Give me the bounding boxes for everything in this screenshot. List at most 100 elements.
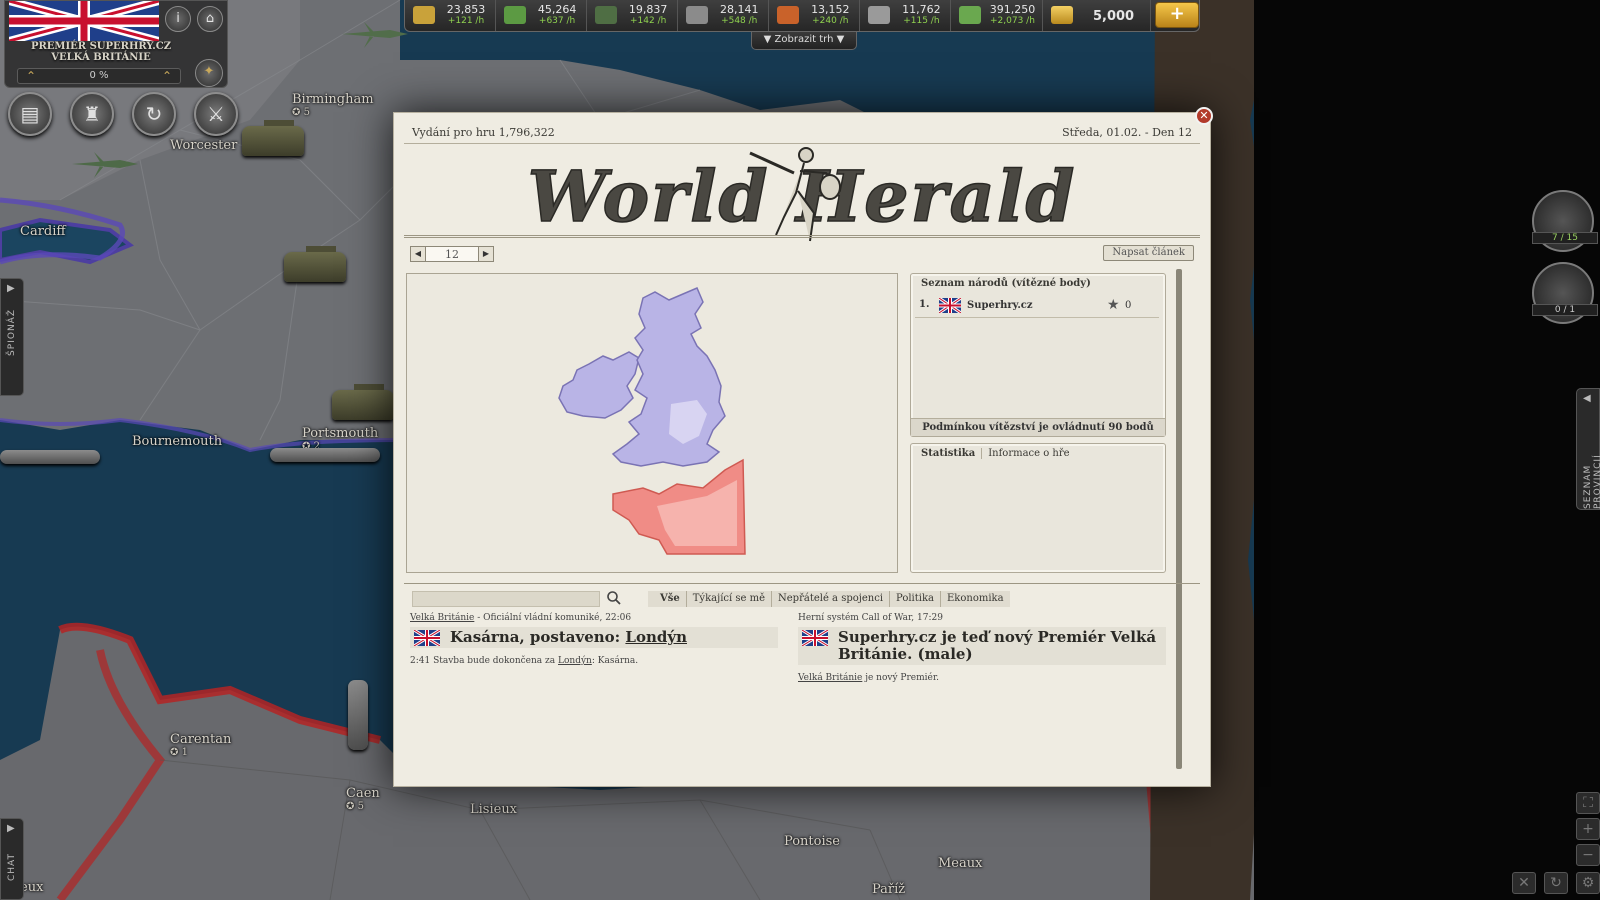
article-meta: Herní systém Call of War, 17:29 [798, 613, 943, 623]
filter-politics[interactable]: Politika [890, 591, 941, 607]
newspaper-button[interactable]: ▤ [8, 92, 52, 136]
newspaper-window: Vydání pro hru 1,796,322 Středa, 01.02. … [393, 112, 1211, 787]
article-filter-bar: Vše Týkající se mě Nepřátelé a spojenci … [648, 591, 1010, 607]
resource-money[interactable]: 391,250 +2,073 /h [951, 0, 1043, 31]
chevron-right-icon: ▶ [7, 823, 15, 834]
city-link[interactable]: Londýn [625, 628, 687, 646]
divider [404, 583, 1200, 585]
player-panel: i ⌂ PREMIÉR SUPERHRY.CZ VELKÁ BRITÁNIE ⌃… [4, 0, 228, 88]
date-label: Středa, 01.02. - Den 12 [1062, 126, 1192, 139]
article-meta: Velká Británie - Oficiální vládní komuni… [410, 613, 632, 623]
filter-enemies-allies[interactable]: Nepřátelé a spojenci [772, 591, 891, 607]
army-button[interactable]: ⚔ [194, 92, 238, 136]
city-label[interactable]: Paříž [872, 882, 905, 897]
scrollbar[interactable] [1176, 269, 1182, 769]
resource-manpower[interactable]: 19,837 +142 /h [587, 0, 679, 31]
search-input[interactable] [412, 591, 600, 607]
province-list-tab[interactable]: ◀ SEZNAM PROVINCIÍ [1576, 388, 1600, 510]
nation-name[interactable]: Superhry.cz [967, 300, 1033, 311]
settings-gear-icon[interactable]: ⚙ [1576, 872, 1600, 894]
resource-fuel[interactable]: 13,152 +240 /h [769, 0, 861, 31]
previous-issue-button[interactable]: ◀ [410, 246, 426, 262]
filter-economy[interactable]: Ekonomika [941, 591, 1010, 607]
queue-count: 7 / 15 [1532, 232, 1598, 244]
resource-supplies[interactable]: 23,853 +121 /h [405, 0, 497, 31]
uk-flag-icon [802, 630, 828, 646]
next-issue-button[interactable]: ▶ [478, 246, 494, 262]
buy-gold-button[interactable]: + [1155, 2, 1200, 28]
chevron-up-icon: ⌃ [161, 69, 172, 83]
zoom-out-icon[interactable]: − [1576, 844, 1600, 866]
issue-number[interactable]: 12 [426, 246, 478, 262]
nation-link[interactable]: Velká Británie [410, 613, 474, 623]
chat-tab[interactable]: ▶ CHAT [0, 818, 24, 900]
city-label[interactable]: Caen ✪ 5 [346, 786, 380, 812]
victory-map [406, 273, 898, 573]
article-headline: Kasárna, postaveno: Londýn [410, 627, 778, 648]
city-label[interactable]: Worcester [170, 138, 237, 153]
city-label[interactable]: Lisieux [470, 802, 517, 817]
city-label[interactable]: Meaux [938, 856, 982, 871]
chevron-left-icon: ◀ [1583, 393, 1591, 404]
espionage-tab[interactable]: ▶ ŠPIONÁŽ [0, 278, 24, 396]
ship-unit[interactable] [270, 448, 380, 462]
city-label[interactable]: Pontoise [784, 834, 840, 849]
write-article-button[interactable]: Napsat článek [1103, 245, 1194, 261]
aircraft-unit[interactable] [70, 150, 140, 180]
nation-link[interactable]: Velká Británie [798, 673, 862, 683]
show-market-button[interactable]: ▼ Zobrazit trh ▼ [751, 32, 857, 50]
statistics-panel: Statistika Informace o hře [910, 443, 1166, 573]
home-icon[interactable]: ⌂ [197, 6, 223, 32]
nations-list-panel: Seznam národů (vítězné body) 1. Superhry… [910, 273, 1166, 437]
tab-statistics[interactable]: Statistika [921, 448, 983, 459]
article-body: 2:41 Stavba bude dokončena za Londýn: Ka… [410, 656, 639, 666]
tank-unit[interactable] [242, 120, 304, 156]
components-icon [504, 6, 527, 24]
money-icon [959, 6, 982, 24]
city-link[interactable]: Londýn [558, 656, 592, 666]
uk-flag-icon [9, 1, 159, 41]
queue-count: 0 / 1 [1532, 304, 1598, 316]
close-map-icon[interactable]: ✕ [1512, 872, 1536, 894]
close-newspaper-button[interactable]: ✕ [1195, 107, 1213, 125]
resource-gold[interactable]: 5,000 [1043, 0, 1152, 31]
diplomacy-button[interactable]: ♜ [70, 92, 114, 136]
refresh-icon[interactable]: ↻ [1544, 872, 1568, 894]
rank-progress: ⌃ 0 % ⌃ [17, 68, 181, 84]
news-article: Herní systém Call of War, 17:29 Superhry… [798, 613, 1166, 683]
territory-map [558, 287, 746, 555]
city-label[interactable]: Cardiff [20, 224, 66, 239]
player-title: PREMIÉR SUPERHRY.CZ VELKÁ BRITÁNIE [30, 41, 172, 63]
resource-electronics[interactable]: 11,762 +115 /h [860, 0, 952, 31]
tank-unit[interactable] [332, 384, 394, 420]
resource-steel[interactable]: 28,141 +548 /h [678, 0, 770, 31]
resource-components[interactable]: 45,264 +637 /h [496, 0, 588, 31]
uk-flag-icon [939, 298, 961, 313]
city-label[interactable]: Birmingham ✪ 5 [292, 92, 374, 118]
filter-about-me[interactable]: Týkající se mě [687, 591, 773, 607]
tank-unit[interactable] [284, 246, 346, 282]
victory-points: 0 [1125, 300, 1132, 311]
info-icon[interactable]: i [165, 6, 191, 32]
supplies-icon [413, 6, 435, 24]
search-icon[interactable] [606, 590, 622, 606]
city-label[interactable]: Carentan ✪ 1 [170, 732, 231, 758]
fullscreen-icon[interactable]: ⛶ [1576, 792, 1600, 814]
nation-row[interactable]: 1. Superhry.cz ★ 0 [915, 296, 1159, 318]
tab-game-info[interactable]: Informace o hře [982, 448, 1075, 459]
right-background [1254, 0, 1600, 900]
aircraft-unit[interactable] [340, 20, 410, 50]
zoom-in-icon[interactable]: + [1576, 818, 1600, 840]
gold-icon [1050, 6, 1073, 24]
ship-unit[interactable] [348, 680, 368, 750]
divider [404, 235, 1200, 238]
victory-condition: Podmínkou vítězství je ovládnutí 90 bodů [911, 418, 1165, 436]
city-label[interactable]: Bournemouth [132, 434, 222, 449]
nations-list-header: Seznam národů (vítězné body) [921, 278, 1091, 289]
filter-all[interactable]: Vše [648, 591, 687, 607]
resource-bar: 23,853 +121 /h 45,264 +637 /h 19,837 +14… [404, 0, 1200, 32]
ireland-territory [558, 351, 640, 419]
rank-icon[interactable]: ✦ [195, 59, 223, 87]
ship-unit[interactable] [0, 450, 100, 464]
research-button[interactable]: ↻ [132, 92, 176, 136]
